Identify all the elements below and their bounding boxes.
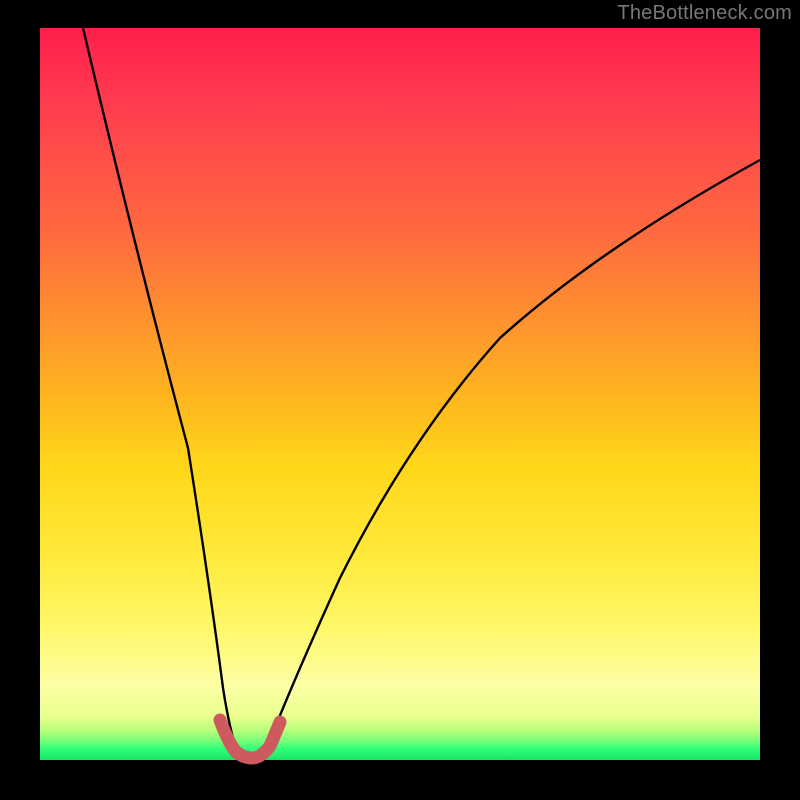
curve-left bbox=[83, 28, 238, 753]
trough-highlight bbox=[220, 720, 280, 758]
watermark-text: TheBottleneck.com bbox=[617, 2, 792, 25]
curve-layer bbox=[40, 28, 760, 760]
chart-frame: TheBottleneck.com bbox=[0, 0, 800, 800]
plot-area bbox=[40, 28, 760, 760]
curve-right bbox=[265, 160, 760, 753]
